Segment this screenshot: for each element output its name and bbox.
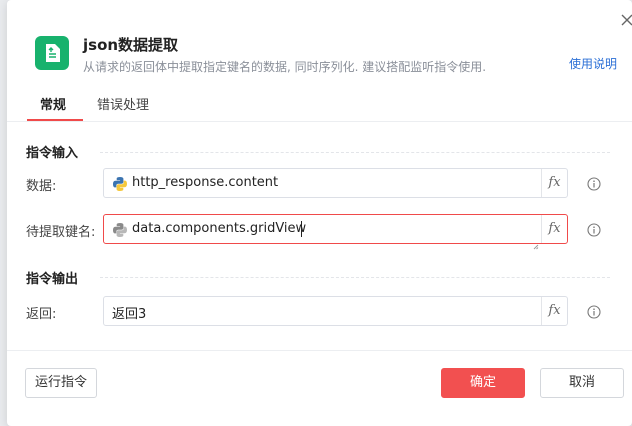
dialog: json数据提取 从请求的返回体中提取指定键名的数据, 同时序列化. 建议搭配监… [7, 0, 632, 426]
confirm-button[interactable]: 确定 [441, 368, 525, 398]
info-icon[interactable] [587, 176, 601, 191]
key-input[interactable]: data.components.gridView fx [103, 214, 568, 250]
run-command-button[interactable]: 运行指令 [25, 368, 97, 398]
data-input[interactable]: http_response.content fx [103, 168, 568, 198]
tab-bar: 常规 错误处理 [0, 94, 632, 122]
text-caret [301, 221, 302, 237]
key-input-value: data.components.gridView [132, 221, 307, 236]
section-title-output: 指令输出 [26, 272, 79, 287]
return-input[interactable]: 返回3 fx [103, 296, 568, 326]
return-field-label: 返回: [26, 307, 57, 322]
python-icon [112, 222, 128, 238]
tabs-divider [7, 121, 632, 122]
python-icon [112, 176, 128, 192]
document-icon [35, 36, 69, 70]
fx-button[interactable]: fx [541, 215, 567, 243]
return-input-value: 返回3 [112, 307, 147, 322]
resize-handle-icon[interactable] [533, 235, 539, 250]
data-input-value: http_response.content [132, 175, 279, 190]
fx-button[interactable]: fx [541, 297, 567, 325]
fx-button[interactable]: fx [541, 169, 567, 197]
tab-error-handling[interactable]: 错误处理 [97, 94, 149, 113]
cancel-button[interactable]: 取消 [540, 368, 624, 398]
info-icon[interactable] [587, 304, 601, 319]
key-field-label: 待提取键名: [26, 225, 96, 240]
dialog-title: json数据提取 [83, 36, 179, 54]
section-divider [100, 277, 610, 278]
dialog-subtitle: 从请求的返回体中提取指定键名的数据, 同时序列化. 建议搭配监听指令使用. [83, 60, 487, 74]
data-field-label: 数据: [26, 179, 57, 194]
footer-divider [7, 350, 632, 351]
help-link[interactable]: 使用说明 [569, 55, 617, 72]
section-divider [100, 152, 610, 153]
tab-general[interactable]: 常规 [40, 94, 66, 113]
section-title-input: 指令输入 [26, 146, 79, 161]
info-icon[interactable] [587, 222, 601, 237]
close-icon[interactable] [619, 12, 632, 28]
